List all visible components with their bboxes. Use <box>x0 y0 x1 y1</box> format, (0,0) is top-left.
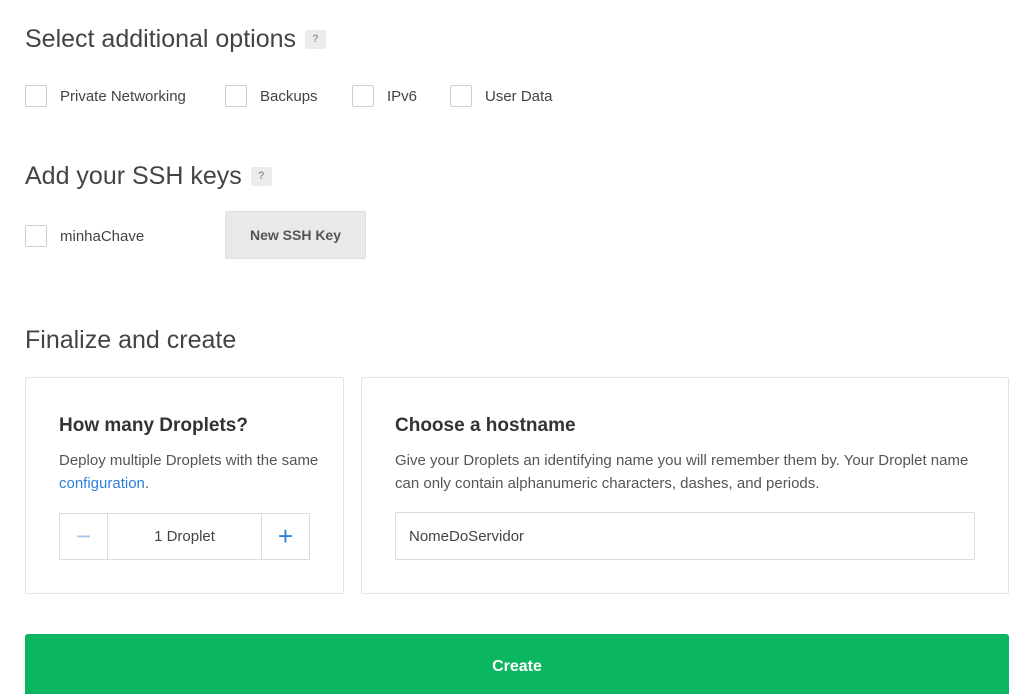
user-data-checkbox[interactable] <box>450 85 472 107</box>
ssh-key-item[interactable]: minhaChave <box>25 225 144 247</box>
ipv6-label: IPv6 <box>387 87 418 105</box>
option-private-networking[interactable]: Private Networking <box>25 85 186 107</box>
ipv6-checkbox[interactable] <box>352 85 374 107</box>
option-ipv6[interactable]: IPv6 <box>352 85 417 107</box>
droplet-count-desc-text: Deploy multiple Droplets with the same <box>59 452 319 469</box>
additional-options-title-text: Select additional options <box>25 25 297 53</box>
decrement-button[interactable]: − <box>60 514 108 559</box>
option-backups[interactable]: Backups <box>225 85 318 107</box>
create-button[interactable]: Create <box>25 634 1009 694</box>
ssh-keys-title: Add your SSH keys ? <box>25 162 272 191</box>
hostname-description: Give your Droplets an identifying name y… <box>395 452 969 492</box>
droplet-count-desc-suffix: . <box>144 475 150 492</box>
new-ssh-key-button[interactable]: New SSH Key <box>225 211 366 259</box>
finalize-title-text: Finalize and create <box>25 326 237 354</box>
hostname-title: Choose a hostname <box>395 415 576 436</box>
droplet-count-title: How many Droplets? <box>59 415 248 436</box>
droplet-quantity-value: 1 Droplet <box>154 528 215 545</box>
private-networking-checkbox[interactable] <box>25 85 47 107</box>
option-user-data[interactable]: User Data <box>450 85 553 107</box>
ssh-keys-title-text: Add your SSH keys <box>25 162 242 190</box>
private-networking-label: Private Networking <box>60 87 186 105</box>
increment-button[interactable]: + <box>261 514 309 559</box>
backups-label: Backups <box>260 87 318 105</box>
ssh-key-checkbox[interactable] <box>25 225 47 247</box>
user-data-label: User Data <box>485 87 553 105</box>
configuration-link[interactable]: configuration <box>59 475 145 492</box>
hostname-input[interactable] <box>395 512 975 560</box>
ssh-key-label: minhaChave <box>60 227 145 245</box>
droplet-count-description: Deploy multiple Droplets with the same c… <box>59 449 319 495</box>
droplet-quantity-stepper: − 1 Droplet + <box>59 513 310 560</box>
finalize-title: Finalize and create <box>25 326 236 355</box>
additional-options-title: Select additional options ? <box>25 25 327 54</box>
additional-options-help-icon[interactable]: ? <box>305 30 327 49</box>
ssh-keys-help-icon[interactable]: ? <box>250 167 272 186</box>
backups-checkbox[interactable] <box>225 85 247 107</box>
